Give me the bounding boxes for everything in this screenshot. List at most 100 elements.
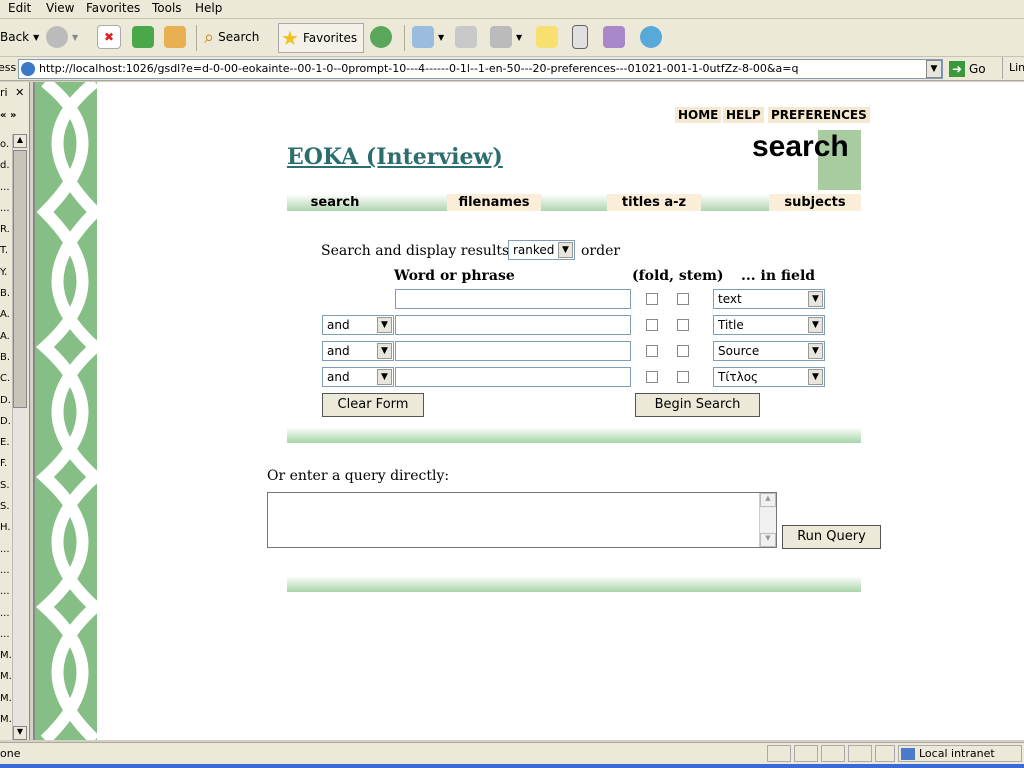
- search-button[interactable]: ⌕ Search: [204, 23, 259, 51]
- help-link[interactable]: HELP: [723, 107, 764, 123]
- pane-list-item[interactable]: E.: [0, 432, 12, 453]
- stop-button[interactable]: ✖: [97, 23, 121, 51]
- field-select-1[interactable]: text ▼: [713, 289, 825, 309]
- fold-checkbox-4[interactable]: [646, 371, 658, 383]
- pane-list-item[interactable]: ...: [0, 624, 12, 645]
- menu-help[interactable]: Help: [195, 1, 222, 15]
- pane-list-item[interactable]: M.: [0, 688, 12, 709]
- nav-titles[interactable]: titles a-z: [607, 194, 701, 211]
- pane-list-item[interactable]: d.: [0, 155, 12, 176]
- scroll-down-icon[interactable]: ▼: [13, 726, 27, 740]
- nav-filenames[interactable]: filenames: [447, 194, 541, 211]
- stem-checkbox-3[interactable]: [677, 345, 689, 357]
- pane-list-item[interactable]: H.: [0, 517, 12, 538]
- close-icon[interactable]: ✕: [15, 86, 24, 99]
- home-link[interactable]: HOME: [675, 107, 722, 123]
- messenger-users-button[interactable]: [640, 23, 662, 51]
- menu-favorites[interactable]: Favorites: [86, 1, 140, 15]
- pane-list-item[interactable]: A.: [0, 304, 12, 325]
- scroll-thumb[interactable]: [13, 150, 27, 408]
- scroll-up-icon[interactable]: ▲: [760, 493, 776, 507]
- pane-list-item[interactable]: ...: [0, 198, 12, 219]
- pane-list-item[interactable]: D.: [0, 411, 12, 432]
- menu-tools[interactable]: Tools: [152, 1, 182, 15]
- pane-list-item[interactable]: ...: [0, 603, 12, 624]
- menu-view[interactable]: View: [46, 1, 74, 15]
- address-input[interactable]: http://localhost:1026/gsdl?e=d-0-00-eoka…: [18, 59, 943, 79]
- pane-list-item[interactable]: ...: [0, 539, 12, 560]
- query-input-1[interactable]: [395, 289, 631, 309]
- collection-title[interactable]: EOKA (Interview): [287, 144, 503, 170]
- run-query-button[interactable]: Run Query: [782, 525, 881, 549]
- fold-checkbox-2[interactable]: [646, 319, 658, 331]
- field-select-4[interactable]: Τίτλος ▼: [713, 367, 825, 387]
- pane-list-item[interactable]: B.: [0, 347, 12, 368]
- messenger-button[interactable]: [572, 23, 588, 51]
- history-button[interactable]: [370, 23, 392, 51]
- pane-list-item[interactable]: M.: [0, 709, 12, 730]
- operator-select-3[interactable]: and ▼: [322, 341, 394, 361]
- refresh-button[interactable]: [132, 23, 154, 51]
- field-select-3[interactable]: Source ▼: [713, 341, 825, 361]
- go-button[interactable]: ➜ Go: [949, 59, 986, 78]
- operator-select-2[interactable]: and ▼: [322, 315, 394, 335]
- print-button[interactable]: [455, 23, 477, 51]
- order-value: ranked: [513, 243, 555, 257]
- explorer-pane: ri ✕ « » o. d....... R. T. Y. B. A. A. B. C. D. D. E…: [0, 82, 30, 740]
- query-textarea[interactable]: ▲ ▼: [267, 492, 777, 548]
- pane-list-item[interactable]: M.: [0, 666, 12, 687]
- pane-chevrons[interactable]: « »: [0, 110, 16, 121]
- pane-list-item[interactable]: S.: [0, 496, 12, 517]
- back-button[interactable]: Back ▼: [0, 23, 39, 51]
- favorites-button[interactable]: ★ Favorites: [278, 23, 365, 53]
- pane-scrollbar[interactable]: ▲ ▼: [12, 134, 28, 740]
- mail-button[interactable]: ▼: [412, 23, 444, 51]
- pane-list-item[interactable]: T.: [0, 240, 12, 261]
- preferences-link[interactable]: PREFERENCES: [768, 107, 870, 123]
- stem-checkbox-1[interactable]: [677, 293, 689, 305]
- query-input-2[interactable]: [395, 315, 631, 335]
- edit-icon: [490, 26, 512, 48]
- scroll-up-icon[interactable]: ▲: [13, 134, 27, 148]
- operator-select-4[interactable]: and ▼: [322, 367, 394, 387]
- nav-subjects[interactable]: subjects: [769, 194, 861, 211]
- scroll-down-icon[interactable]: ▼: [760, 533, 776, 547]
- discuss-button[interactable]: [536, 23, 558, 51]
- pane-list-item[interactable]: B.: [0, 283, 12, 304]
- address-dropdown[interactable]: ▼: [926, 60, 942, 78]
- pane-list-item[interactable]: D.: [0, 390, 12, 411]
- nav-search[interactable]: search: [305, 194, 365, 211]
- menu-bar: Edit View Favorites Tools Help: [0, 0, 1024, 19]
- order-select[interactable]: ranked ▼: [508, 240, 575, 260]
- display-suffix: order: [581, 243, 621, 259]
- links-label[interactable]: Lin: [1009, 61, 1024, 74]
- separator: [404, 25, 405, 51]
- pane-list-item[interactable]: R.: [0, 219, 12, 240]
- chevron-down-icon: ▼: [438, 32, 445, 42]
- query-input-4[interactable]: [395, 367, 631, 387]
- home-button[interactable]: [164, 23, 186, 51]
- edit-button[interactable]: ▼: [490, 23, 522, 51]
- begin-search-button[interactable]: Begin Search: [635, 393, 760, 417]
- pane-list-item[interactable]: ...: [0, 560, 12, 581]
- forward-button[interactable]: ▼: [46, 23, 78, 51]
- clear-form-button[interactable]: Clear Form: [322, 393, 424, 417]
- pane-list-item[interactable]: C.: [0, 368, 12, 389]
- pane-list-item[interactable]: o.: [0, 134, 12, 155]
- pane-list-item[interactable]: ...: [0, 177, 12, 198]
- stem-checkbox-4[interactable]: [677, 371, 689, 383]
- pane-list-item[interactable]: M.: [0, 645, 12, 666]
- pane-list-item[interactable]: ...: [0, 581, 12, 602]
- menu-edit[interactable]: Edit: [8, 1, 31, 15]
- fold-checkbox-1[interactable]: [646, 293, 658, 305]
- pane-list-item[interactable]: S.: [0, 475, 12, 496]
- stem-checkbox-2[interactable]: [677, 319, 689, 331]
- pane-list-item[interactable]: F.: [0, 453, 12, 474]
- pane-list-item[interactable]: A.: [0, 326, 12, 347]
- fold-checkbox-3[interactable]: [646, 345, 658, 357]
- query-input-3[interactable]: [395, 341, 631, 361]
- field-select-2[interactable]: Title ▼: [713, 315, 825, 335]
- textarea-scrollbar[interactable]: ▲ ▼: [759, 493, 776, 547]
- pane-list-item[interactable]: Y.: [0, 262, 12, 283]
- research-button[interactable]: [603, 23, 625, 51]
